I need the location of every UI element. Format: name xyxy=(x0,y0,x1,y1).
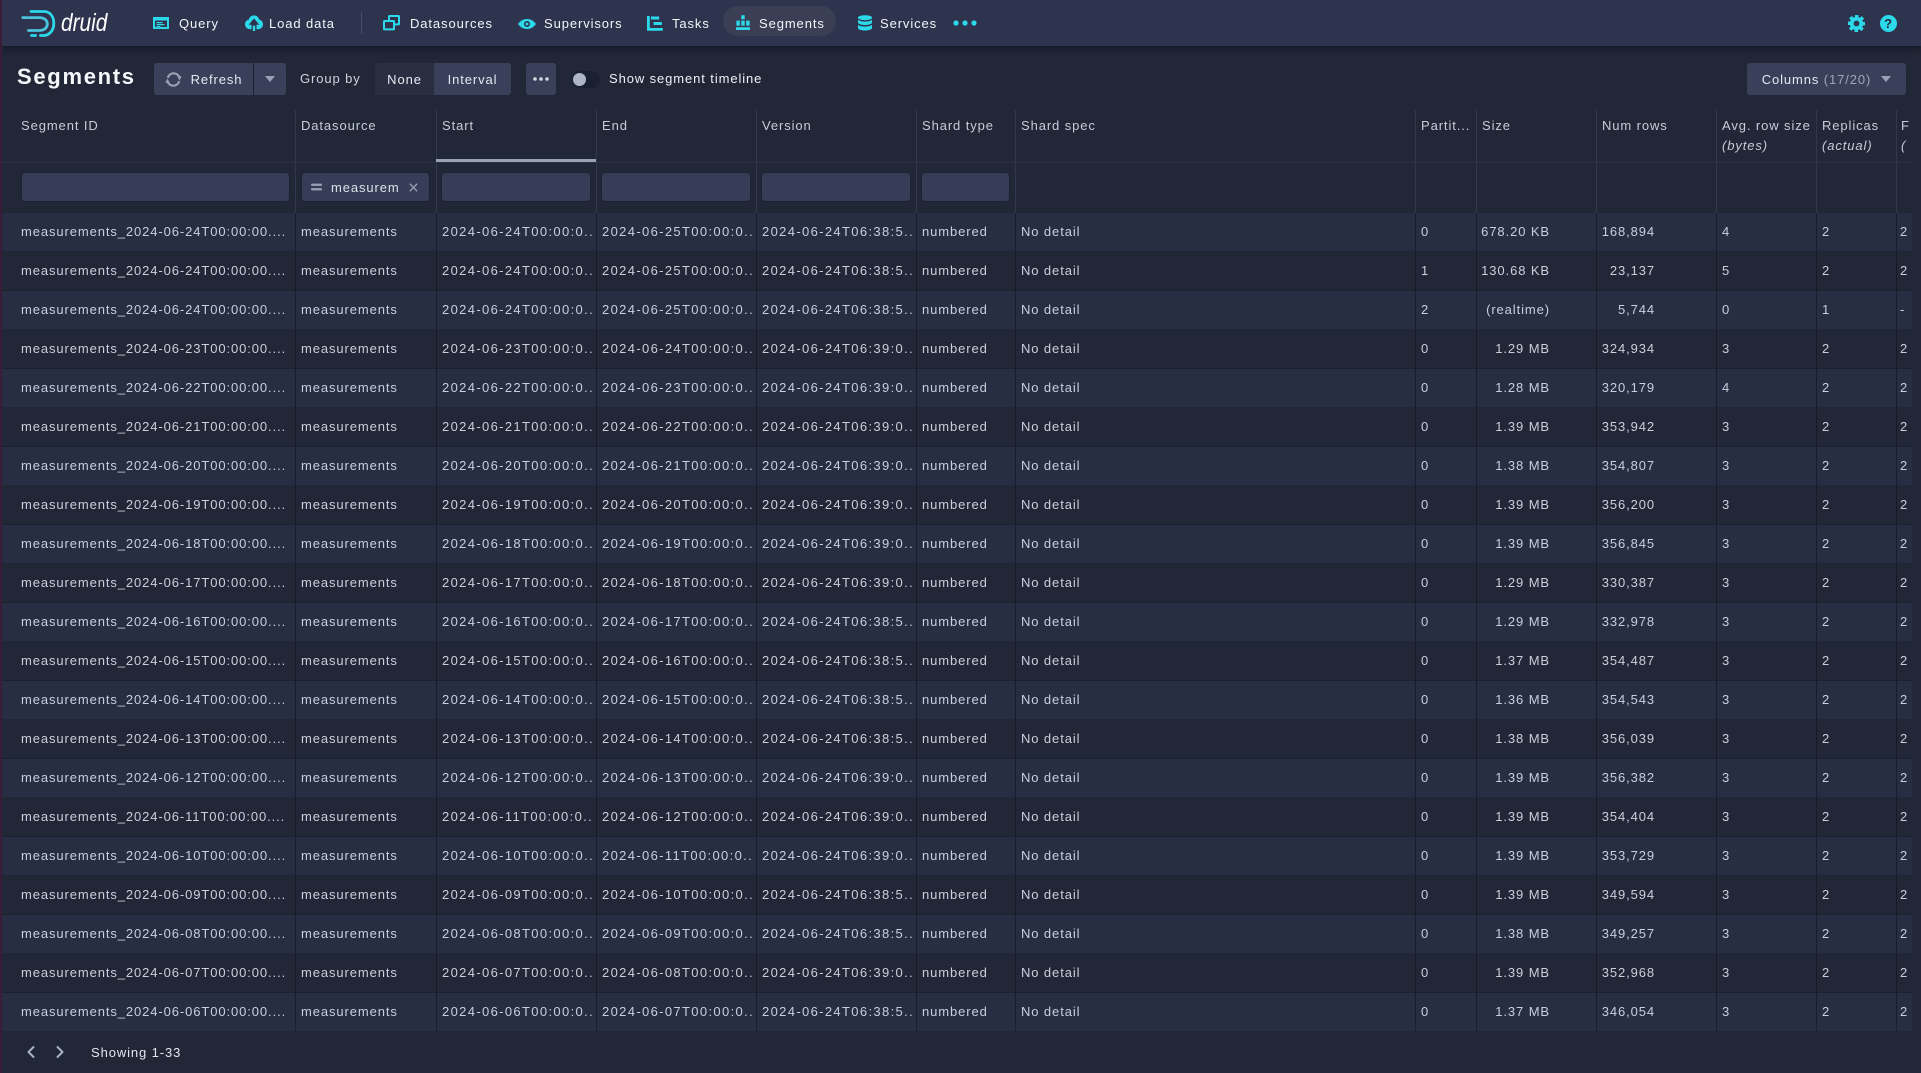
svg-text:?: ? xyxy=(1884,16,1893,31)
